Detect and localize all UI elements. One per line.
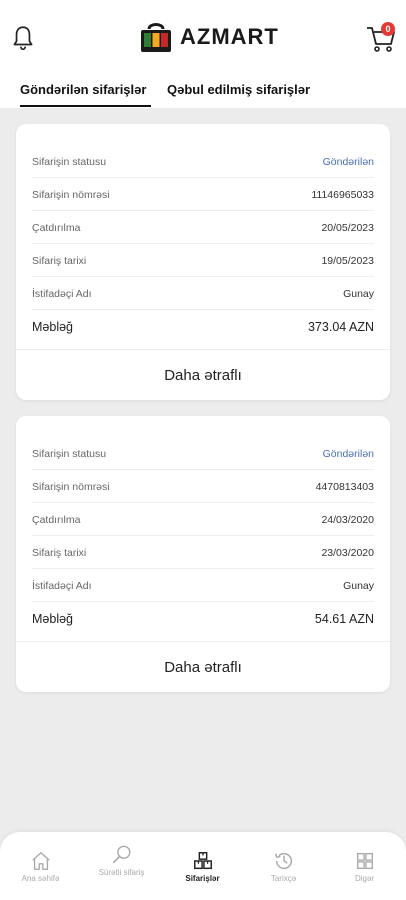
order-status-value: Göndərilən: [322, 155, 374, 168]
order-date-label: Sifariş tarixi: [32, 254, 87, 267]
order-number-value: 4470813403: [315, 480, 374, 493]
order-date-label: Sifariş tarixi: [32, 546, 87, 559]
order-number-label: Sifarişin nömrəsi: [32, 480, 110, 493]
order-amount-row: Məbləğ 373.04 AZN: [32, 309, 374, 345]
nav-label-orders: Sifarişlər: [185, 874, 220, 883]
bottom-navigation: Ana səhifə Sürətli sifariş Sifarişlər Ta…: [0, 832, 406, 900]
order-status-row: Sifarişin statusu Göndərilən: [32, 146, 374, 178]
brand-name: AZMART: [180, 24, 279, 49]
order-user-row: İstifadəçi Adı Gunay: [32, 570, 374, 602]
order-user-label: İstifadəçi Adı: [32, 287, 92, 300]
order-delivery-value: 20/05/2023: [321, 221, 374, 234]
order-date-row: Sifariş tarixi 23/03/2020: [32, 537, 374, 569]
app-header: AZMART 0 Göndərilən sifarişlər Qəbul edi…: [0, 0, 406, 108]
order-delivery-label: Çatdırılma: [32, 513, 81, 526]
order-user-label: İstifadəçi Adı: [32, 579, 92, 592]
nav-item-home[interactable]: Ana səhifə: [0, 832, 81, 900]
order-status-label: Sifarişin statusu: [32, 447, 107, 460]
order-delivery-row: Çatdırılma 24/03/2020: [32, 504, 374, 536]
order-delivery-label: Çatdırılma: [32, 221, 81, 234]
order-amount-value: 373.04 AZN: [307, 320, 374, 334]
order-number-row: Sifarişin nömrəsi 4470813403: [32, 471, 374, 503]
order-number-label: Sifarişin nömrəsi: [32, 188, 110, 201]
order-date-value: 23/03/2020: [321, 546, 374, 559]
cart-count-badge: 0: [381, 22, 395, 36]
nav-label-home: Ana səhifə: [21, 874, 60, 883]
nav-item-quick-order[interactable]: Sürətli sifariş: [81, 832, 162, 900]
search-icon: [112, 845, 130, 864]
order-date-value: 19/05/2023: [321, 254, 374, 267]
nav-label-more: Digər: [354, 874, 375, 883]
order-date-row: Sifariş tarixi 19/05/2023: [32, 245, 374, 277]
order-amount-label: Məbləğ: [32, 612, 73, 626]
order-card: Sifarişin statusu Göndərilən Sifarişin n…: [16, 124, 390, 400]
order-amount-row: Məbləğ 54.61 AZN: [32, 601, 374, 637]
nav-item-more[interactable]: Digər: [324, 832, 405, 900]
brand-logo[interactable]: AZMART: [138, 19, 279, 55]
home-icon: [31, 852, 50, 870]
nav-item-history[interactable]: Tarixçə: [243, 832, 324, 900]
more-details-button[interactable]: Daha ətraflı: [16, 350, 390, 400]
order-number-row: Sifarişin nömrəsi 11146965033: [32, 179, 374, 211]
order-delivery-value: 24/03/2020: [321, 513, 374, 526]
nav-item-orders[interactable]: Sifarişlər: [162, 832, 243, 900]
order-user-row: İstifadəçi Adı Gunay: [32, 278, 374, 310]
grid-icon: [356, 852, 373, 870]
order-amount-label: Məbləğ: [32, 320, 73, 334]
order-user-value: Gunay: [343, 287, 374, 300]
order-number-value: 11146965033: [311, 188, 374, 201]
active-tab-indicator: [20, 105, 151, 107]
order-amount-value: 54.61 AZN: [314, 612, 374, 626]
shopping-bag-logo-icon: [141, 23, 171, 52]
order-tabs: Göndərilən sifarişlər Qəbul edilmiş sifa…: [0, 80, 406, 108]
order-delivery-row: Çatdırılma 20/05/2023: [32, 212, 374, 244]
order-card: Sifarişin statusu Göndərilən Sifarişin n…: [16, 416, 390, 692]
nav-label-history: Tarixçə: [270, 874, 297, 883]
orders-icon: [193, 852, 212, 870]
history-icon: [274, 853, 292, 870]
order-status-row: Sifarişin statusu Göndərilən: [32, 438, 374, 470]
order-status-label: Sifarişin statusu: [32, 155, 107, 168]
nav-label-quick-order: Sürətli sifariş: [98, 868, 145, 877]
tab-received-orders[interactable]: Qəbul edilmiş sifarişlər: [167, 82, 310, 97]
order-user-value: Gunay: [343, 579, 374, 592]
tab-sent-orders[interactable]: Göndərilən sifarişlər: [20, 82, 146, 97]
order-status-value: Göndərilən: [322, 447, 374, 460]
more-details-button[interactable]: Daha ətraflı: [16, 642, 390, 692]
bell-icon[interactable]: [10, 24, 36, 52]
